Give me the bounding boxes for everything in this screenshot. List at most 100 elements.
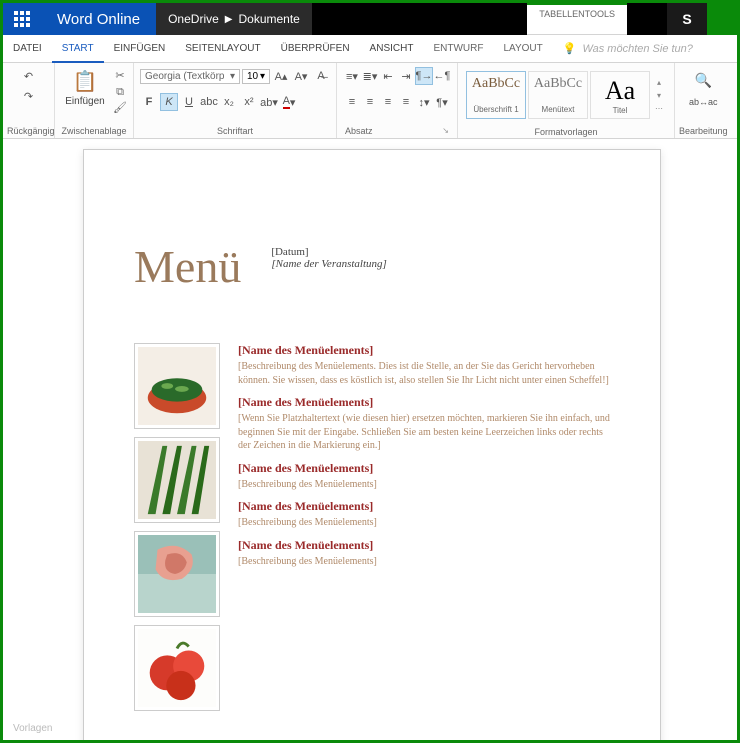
group-font-label: Schriftart [138,124,332,138]
menu-item-desc[interactable]: [Wenn Sie Platzhaltertext (wie diesen hi… [238,412,610,453]
style-title[interactable]: Aa Titel [590,71,650,119]
tab-file[interactable]: DATEI [3,35,52,62]
menu-item-name[interactable]: [Name des Menüelements] [238,538,610,553]
paste-button[interactable]: 📋 Einfügen [61,67,109,107]
menu-item-desc[interactable]: [Beschreibung des Menüelements. Dies ist… [238,360,610,387]
chevron-right-icon: ▶ [225,14,233,25]
group-styles-label: Formatvorlagen [462,125,670,139]
align-left-button[interactable]: ≡ [343,93,361,111]
tab-layout[interactable]: LAYOUT [493,35,552,62]
bold-button[interactable]: F [140,93,158,111]
menu-item-desc[interactable]: [Beschreibung des Menüelements] [238,478,610,492]
skype-button[interactable]: S [667,3,707,35]
numbering-button[interactable]: ≣▾ [361,67,379,85]
group-paragraph-label: Absatz↘ [341,124,453,138]
waffle-icon [14,11,30,27]
group-styles: AaBbCc Überschrift 1 AaBbCc Menütext Aa … [458,63,675,138]
style-next-button[interactable]: ▾ [652,91,666,100]
menu-event[interactable]: [Name der Veranstaltung] [271,258,387,270]
tab-insert[interactable]: EINFÜGEN [104,35,176,62]
line-spacing-button[interactable]: ↕▾ [415,93,433,111]
style-prev-button[interactable]: ▴ [652,78,666,87]
tab-view[interactable]: ANSICHT [360,35,424,62]
lightbulb-icon: 💡 [563,42,577,55]
bullets-button[interactable]: ≡▾ [343,67,361,85]
menu-item-name[interactable]: [Name des Menüelements] [238,395,610,410]
menu-item-name[interactable]: [Name des Menüelements] [238,343,610,358]
dialog-launcher-icon[interactable]: ↘ [442,126,449,136]
format-painter-button[interactable]: 🖌 [113,101,127,115]
ribbon: ↶ ↷ Rückgängig 📋 Einfügen ✂ ⧉ 🖌 Zwischen… [3,63,737,139]
shrink-font-button[interactable]: A▾ [292,67,310,85]
justify-button[interactable]: ≡ [397,93,415,111]
group-clipboard: 📋 Einfügen ✂ ⧉ 🖌 Zwischenablage [55,63,134,138]
superscript-button[interactable]: x² [240,93,258,111]
font-color-button[interactable]: A▾ [280,93,298,111]
group-undo: ↶ ↷ Rückgängig [3,63,55,138]
group-undo-label: Rückgängig [7,124,50,138]
menu-meta[interactable]: [Datum] [Name der Veranstaltung] [271,240,387,270]
font-name-combo[interactable]: Georgia (Textkörp▾ [140,69,240,84]
templates-label: Vorlagen [13,723,52,734]
subscript-button[interactable]: x₂ [220,93,238,111]
menu-image-4[interactable] [134,625,220,711]
italic-button[interactable]: K [160,93,178,111]
menu-items[interactable]: [Name des Menüelements] [Beschreibung de… [238,343,610,711]
window-edge [707,3,737,35]
cut-button[interactable]: ✂ [113,69,127,83]
undo-button[interactable]: ↶ [20,67,38,85]
menu-image-2[interactable] [134,437,220,523]
menu-image-1[interactable] [134,343,220,429]
style-heading1[interactable]: AaBbCc Überschrift 1 [466,71,526,119]
breadcrumb-folder[interactable]: Dokumente [238,12,299,26]
group-editing-label: Bearbeitung [679,124,728,138]
style-gallery[interactable]: AaBbCc Überschrift 1 AaBbCc Menütext Aa … [464,67,668,123]
special-indent-button[interactable]: ¶▾ [433,93,451,111]
title-bar: Word Online OneDrive ▶ Dokumente TABELLE… [3,3,737,35]
replace-button[interactable]: ab↔ac [694,93,712,111]
menu-item-name[interactable]: [Name des Menüelements] [238,461,610,476]
breadcrumb[interactable]: OneDrive ▶ Dokumente [156,3,312,35]
document-canvas[interactable]: Vorlagen Menü [Datum] [Name der Veransta… [3,139,737,740]
menu-title[interactable]: Menü [134,240,241,293]
tab-pagelayout[interactable]: SEITENLAYOUT [175,35,270,62]
menu-item-desc[interactable]: [Beschreibung des Menüelements] [238,555,610,569]
clear-formatting-button[interactable]: A̶ [312,67,330,85]
contextual-tab-group: TABELLENTOOLS [527,3,627,35]
menu-item-desc[interactable]: [Beschreibung des Menüelements] [238,516,610,530]
rtl-button[interactable]: ←¶ [433,67,451,85]
align-center-button[interactable]: ≡ [361,93,379,111]
tab-review[interactable]: ÜBERPRÜFEN [271,35,360,62]
grow-font-button[interactable]: A▴ [272,67,290,85]
menu-item-name[interactable]: [Name des Menüelements] [238,499,610,514]
ltr-button[interactable]: ¶→ [415,67,433,85]
underline-button[interactable]: U [180,93,198,111]
increase-indent-button[interactable]: ⇥ [397,67,415,85]
decrease-indent-button[interactable]: ⇤ [379,67,397,85]
chevron-down-icon: ▾ [260,71,265,82]
group-paragraph: ≡▾ ≣▾ ⇤ ⇥ ¶→ ←¶ ≡ ≡ ≡ ≡ ↕▾ ¶▾ Absatz↘ [337,63,458,138]
align-right-button[interactable]: ≡ [379,93,397,111]
tab-start[interactable]: START [52,35,104,62]
group-editing: 🔍 ab↔ac Bearbeitung [675,63,732,138]
strikethrough-button[interactable]: abc [200,93,218,111]
app-brand[interactable]: Word Online [41,3,156,35]
copy-button[interactable]: ⧉ [113,85,127,99]
menu-image-3[interactable] [134,531,220,617]
style-more-button[interactable]: ⋯ [652,104,666,113]
tab-design[interactable]: ENTWURF [423,35,493,62]
menu-date[interactable]: [Datum] [271,246,387,258]
paste-label: Einfügen [65,96,104,107]
tell-me-placeholder: Was möchten Sie tun? [582,43,692,55]
breadcrumb-root[interactable]: OneDrive [168,12,219,26]
redo-button[interactable]: ↷ [20,87,38,105]
menu-header: Menü [Datum] [Name der Veranstaltung] [134,240,610,293]
highlight-button[interactable]: ab▾ [260,93,278,111]
style-menutext[interactable]: AaBbCc Menütext [528,71,588,119]
app-launcher-button[interactable] [3,3,41,35]
group-font: Georgia (Textkörp▾ 10▾ A▴ A▾ A̶ F K U ab… [134,63,337,138]
tell-me-search[interactable]: 💡 Was möchten Sie tun? [553,42,737,55]
find-button[interactable]: 🔍 [694,71,712,89]
font-size-combo[interactable]: 10▾ [242,69,270,84]
document-page[interactable]: Menü [Datum] [Name der Veranstaltung] [N… [83,149,661,740]
